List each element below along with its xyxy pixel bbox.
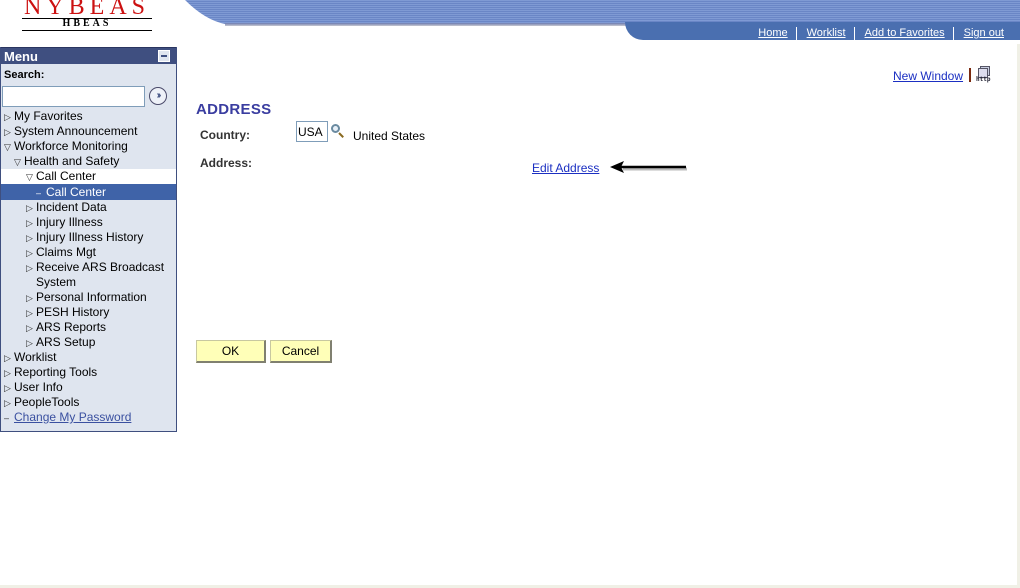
collapsed-triangle-icon: ▷	[26, 233, 33, 243]
menu-item-label: Call Center	[36, 169, 97, 183]
collapsed-triangle-icon: ▷	[26, 203, 33, 213]
edit-address-link[interactable]: Edit Address	[532, 161, 599, 175]
menu-item-label: ARS Reports	[36, 320, 107, 334]
menu-item[interactable]: – Change My Password	[1, 410, 176, 425]
cancel-button[interactable]: Cancel	[270, 340, 332, 363]
leaf-dash-icon: –	[4, 413, 10, 423]
collapsed-triangle-icon: ▷	[26, 338, 33, 348]
collapsed-triangle-icon: ▷	[26, 263, 33, 273]
header-banner	[185, 0, 1020, 24]
menu-item-label: Injury Illness History	[36, 230, 144, 244]
menu-item[interactable]: ▷ ARS Reports	[1, 320, 176, 335]
menu-item[interactable]: ▽ Workforce Monitoring	[1, 139, 176, 154]
menu-item[interactable]: ▷ Reporting Tools	[1, 365, 176, 380]
nav-sign-out-link[interactable]: Sign out	[954, 27, 1012, 40]
menu-item[interactable]: ▷ My Favorites	[1, 109, 176, 124]
lookup-magnifier-icon[interactable]	[331, 124, 345, 138]
nav-add-to-favorites-link[interactable]: Add to Favorites	[855, 27, 953, 40]
country-input[interactable]	[296, 121, 328, 142]
expanded-triangle-icon: ▽	[26, 172, 33, 182]
collapsed-triangle-icon: ▷	[4, 127, 11, 137]
menu-item[interactable]: ▷ Injury Illness	[1, 215, 176, 230]
logo-brand: NYBEAS	[23, 0, 150, 20]
menu-item-label[interactable]: Change My Password	[14, 410, 131, 424]
expanded-triangle-icon: ▽	[14, 157, 21, 167]
side-menu: Menu Search: ›› ▷ My Favorites ▷ System Ann…	[0, 47, 177, 432]
menu-item[interactable]: ▷ ARS Setup	[1, 335, 176, 350]
menu-item-label: ARS Setup	[36, 335, 96, 349]
logo-subtitle: HBEAS	[62, 18, 112, 29]
menu-item[interactable]: ▷ Claims Mgt	[1, 245, 176, 260]
menu-item-label: My Favorites	[14, 109, 83, 123]
search-go-button[interactable]: ››	[149, 87, 167, 105]
nav-worklist-link[interactable]: Worklist	[797, 27, 854, 40]
menu-item-label: Call Center	[46, 185, 107, 199]
logo-rule	[22, 30, 152, 31]
collapsed-triangle-icon: ▷	[4, 383, 11, 393]
collapsed-triangle-icon: ▷	[26, 308, 33, 318]
link-separator	[969, 68, 971, 82]
country-description: United States	[353, 129, 426, 143]
http-icon[interactable]: http	[976, 66, 994, 84]
menu-item-label: User Info	[14, 380, 63, 394]
menu-item-label: Health and Safety	[24, 154, 120, 168]
collapsed-triangle-icon: ▷	[26, 218, 33, 228]
lookup-handle	[338, 132, 344, 138]
new-window-link[interactable]: New Window	[893, 69, 963, 83]
http-icon-text: http	[976, 76, 991, 83]
country-label: Country:	[200, 128, 250, 142]
menu-item[interactable]: ▷ Receive ARS Broadcast System	[1, 260, 176, 290]
page-title: ADDRESS	[196, 101, 272, 118]
address-label: Address:	[200, 156, 253, 170]
menu-tree: ▷ My Favorites ▷ System Announcement ▽ Workfo…	[1, 109, 176, 425]
nybeas-logo: NYBEAS HBEAS	[22, 0, 152, 32]
menu-item-label: Claims Mgt	[36, 245, 97, 259]
menu-item-label: Worklist	[14, 350, 57, 364]
menu-item[interactable]: ▷ System Announcement	[1, 124, 176, 139]
menu-item[interactable]: ▽ Call Center	[1, 169, 176, 184]
menu-item-label: Workforce Monitoring	[14, 139, 128, 153]
collapsed-triangle-icon: ▷	[26, 323, 33, 333]
menu-item[interactable]: ▷ User Info	[1, 380, 176, 395]
menu-item-label: Reporting Tools	[14, 365, 98, 379]
menu-search-input[interactable]	[2, 86, 145, 107]
collapsed-triangle-icon: ▷	[4, 398, 11, 408]
menu-item-label: Personal Information	[36, 290, 147, 304]
collapsed-triangle-icon: ▷	[26, 293, 33, 303]
menu-item[interactable]: ▷ Injury Illness History	[1, 230, 176, 245]
collapsed-triangle-icon: ▷	[4, 353, 11, 363]
menu-item-label: Receive ARS Broadcast System	[36, 260, 165, 289]
ok-button[interactable]: OK	[196, 340, 266, 363]
collapsed-triangle-icon: ▷	[4, 368, 11, 378]
pointer-arrow-icon	[610, 161, 687, 173]
expanded-triangle-icon: ▽	[4, 142, 11, 152]
menu-item-label: PESH History	[36, 305, 110, 319]
menu-item-label: System Announcement	[14, 124, 138, 138]
menu-item[interactable]: ▷ Incident Data	[1, 200, 176, 215]
header: NYBEAS HBEAS Home Worklist Add to Favori…	[0, 0, 1020, 44]
menu-item[interactable]: ▷ Personal Information	[1, 290, 176, 305]
nav-home-link[interactable]: Home	[748, 27, 795, 40]
menu-title: Menu	[4, 49, 38, 64]
menu-item-label: Incident Data	[36, 200, 107, 214]
menu-item[interactable]: ▷ PeopleTools	[1, 395, 176, 410]
menu-header: Menu	[1, 47, 176, 64]
menu-item[interactable]: ▷ Worklist	[1, 350, 176, 365]
menu-item[interactable]: ▷ PESH History	[1, 305, 176, 320]
menu-collapse-icon[interactable]	[158, 50, 170, 62]
top-nav-bar: Home Worklist Add to Favorites Sign out	[625, 22, 1020, 40]
menu-item-label: PeopleTools	[14, 395, 80, 409]
double-chevron-right-icon: ››	[156, 90, 161, 101]
leaf-dash-icon: –	[36, 188, 42, 198]
menu-item-label: Injury Illness	[36, 215, 103, 229]
search-label: Search:	[4, 69, 45, 81]
collapsed-triangle-icon: ▷	[4, 112, 11, 122]
collapsed-triangle-icon: ▷	[26, 248, 33, 258]
menu-item[interactable]: – Call Center	[1, 184, 176, 200]
menu-item[interactable]: ▽ Health and Safety	[1, 154, 176, 169]
